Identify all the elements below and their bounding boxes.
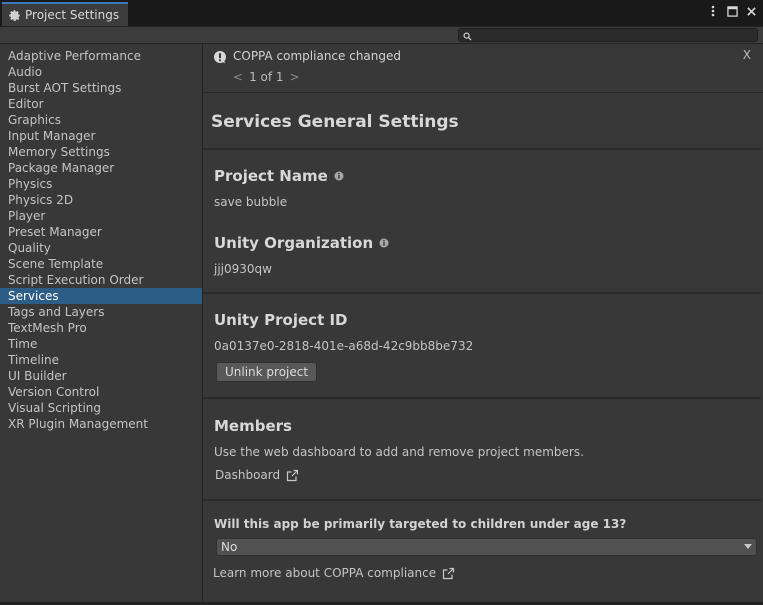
project-id-heading: Unity Project ID xyxy=(214,311,348,329)
close-icon[interactable] xyxy=(745,4,757,18)
sidebar-item-ui-builder[interactable]: UI Builder xyxy=(0,368,202,384)
organization-value: jjj0930qw xyxy=(214,262,272,276)
dashboard-link[interactable]: Dashboard xyxy=(215,468,299,482)
external-link-icon xyxy=(286,469,299,482)
notification-divider xyxy=(203,92,763,93)
members-label: Members xyxy=(214,417,292,435)
sidebar-item-memory-settings[interactable]: Memory Settings xyxy=(0,144,202,160)
search-icon xyxy=(463,30,473,41)
settings-sidebar: Adaptive Performance Audio Burst AOT Set… xyxy=(0,44,202,602)
divider xyxy=(203,148,761,150)
sidebar-item-player[interactable]: Player xyxy=(0,208,202,224)
notification-icon xyxy=(213,50,227,64)
project-settings-tab[interactable]: Project Settings xyxy=(2,2,128,26)
sidebar-item-timeline[interactable]: Timeline xyxy=(0,352,202,368)
chevron-down-icon xyxy=(744,544,752,549)
sidebar-item-visual-scripting[interactable]: Visual Scripting xyxy=(0,400,202,416)
toolbar xyxy=(0,26,763,44)
sidebar-item-version-control[interactable]: Version Control xyxy=(0,384,202,400)
sidebar-item-physics-2d[interactable]: Physics 2D xyxy=(0,192,202,208)
sidebar-item-services[interactable]: Services xyxy=(0,288,202,304)
sidebar-item-graphics[interactable]: Graphics xyxy=(0,112,202,128)
sidebar-item-editor[interactable]: Editor xyxy=(0,96,202,112)
page-title: Services General Settings xyxy=(211,112,459,132)
gear-icon xyxy=(8,9,21,22)
coppa-learn-more-link[interactable]: Learn more about COPPA compliance xyxy=(213,566,455,580)
notification-text: COPPA compliance changed xyxy=(233,49,401,63)
project-name-heading: Project Name xyxy=(214,167,344,185)
project-name-value: save bubble xyxy=(214,195,288,209)
settings-content: COPPA compliance changed X < 1 of 1 > Se… xyxy=(203,44,763,602)
notification-close-button[interactable]: X xyxy=(743,48,751,62)
notification-prev-button[interactable]: < xyxy=(233,70,243,84)
sidebar-item-burst-aot-settings[interactable]: Burst AOT Settings xyxy=(0,80,202,96)
sidebar-item-input-manager[interactable]: Input Manager xyxy=(0,128,202,144)
tab-title: Project Settings xyxy=(25,8,120,22)
unlink-project-button[interactable]: Unlink project xyxy=(216,362,318,382)
notification-next-button[interactable]: > xyxy=(290,70,300,84)
sidebar-item-scene-template[interactable]: Scene Template xyxy=(0,256,202,272)
organization-heading: Unity Organization xyxy=(214,234,389,252)
notification-pager: < 1 of 1 > xyxy=(233,70,300,84)
members-heading: Members xyxy=(214,417,292,435)
sidebar-item-script-execution-order[interactable]: Script Execution Order xyxy=(0,272,202,288)
sidebar-item-tags-and-layers[interactable]: Tags and Layers xyxy=(0,304,202,320)
maximize-icon[interactable] xyxy=(726,4,738,18)
sidebar-item-audio[interactable]: Audio xyxy=(0,64,202,80)
project-id-label: Unity Project ID xyxy=(214,311,348,329)
more-icon[interactable] xyxy=(707,4,719,18)
info-icon[interactable] xyxy=(334,171,344,181)
notification-bar: COPPA compliance changed X < 1 of 1 > xyxy=(203,44,763,92)
external-link-icon xyxy=(442,567,455,580)
search-input[interactable] xyxy=(458,28,758,42)
coppa-dropdown[interactable]: No xyxy=(216,538,757,556)
divider xyxy=(203,292,761,294)
project-id-value: 0a0137e0-2818-401e-a68d-42c9bb8be732 xyxy=(214,339,474,353)
notification-page-indicator: 1 of 1 xyxy=(249,70,284,84)
coppa-learn-more-label: Learn more about COPPA compliance xyxy=(213,566,437,580)
dashboard-link-label: Dashboard xyxy=(215,468,281,482)
info-icon[interactable] xyxy=(379,238,389,248)
sidebar-item-adaptive-performance[interactable]: Adaptive Performance xyxy=(0,48,202,64)
sidebar-item-textmesh-pro[interactable]: TextMesh Pro xyxy=(0,320,202,336)
sidebar-item-preset-manager[interactable]: Preset Manager xyxy=(0,224,202,240)
divider xyxy=(203,499,761,501)
sidebar-item-package-manager[interactable]: Package Manager xyxy=(0,160,202,176)
coppa-question: Will this app be primarily targeted to c… xyxy=(214,517,627,531)
sidebar-item-xr-plugin-management[interactable]: XR Plugin Management xyxy=(0,416,202,432)
organization-label: Unity Organization xyxy=(214,234,374,252)
coppa-selected-value: No xyxy=(221,540,238,554)
members-description: Use the web dashboard to add and remove … xyxy=(214,445,584,459)
window-controls xyxy=(707,4,757,18)
sidebar-item-physics[interactable]: Physics xyxy=(0,176,202,192)
title-bar: Project Settings xyxy=(0,0,763,26)
project-name-label: Project Name xyxy=(214,167,328,185)
sidebar-item-quality[interactable]: Quality xyxy=(0,240,202,256)
sidebar-item-time[interactable]: Time xyxy=(0,336,202,352)
divider xyxy=(203,397,761,399)
